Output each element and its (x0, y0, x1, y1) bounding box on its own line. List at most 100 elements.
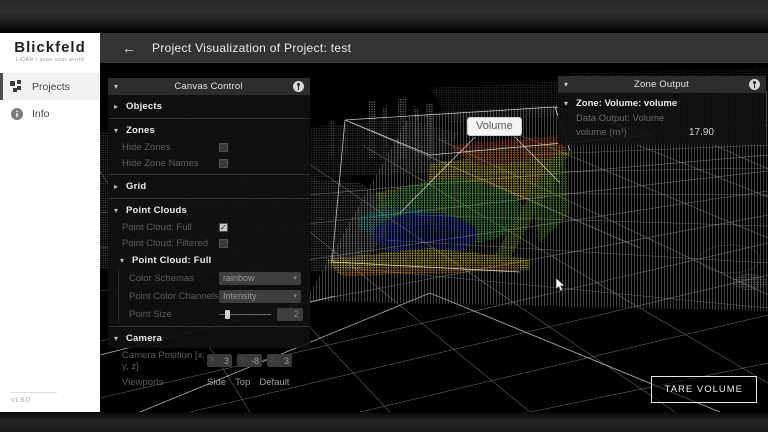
caret-down-icon: ▾ (120, 256, 128, 265)
pc-full-label: Point Cloud: Full (122, 222, 219, 233)
chevron-down-icon: ▾ (293, 292, 297, 300)
color-schemas-value: rainbow (223, 273, 293, 283)
sidebar-item-info[interactable]: Info (0, 100, 100, 127)
axis-label: Z (270, 357, 284, 364)
pin-icon[interactable] (749, 79, 760, 90)
pc-full-sub-label: Point Cloud: Full (132, 255, 211, 266)
camera-z-value: 3 (284, 356, 289, 366)
zone-volume-badge: Volume (467, 117, 522, 136)
pc-filtered-checkbox[interactable] (219, 239, 228, 248)
divider (108, 118, 310, 119)
logo-text: Blickfeld (0, 39, 100, 56)
viewport-side-button[interactable]: Side (207, 377, 226, 388)
viewports-label: Viewports (122, 377, 207, 388)
hide-zone-names-checkbox[interactable] (219, 159, 228, 168)
pc-full-settings: Color Schemas rainbow ▾ Point Color Chan… (118, 269, 310, 323)
hide-zones-label: Hide Zones (122, 142, 219, 153)
zone-output-header[interactable]: ▾ Zone Output (558, 76, 766, 93)
section-pc-full-settings[interactable]: ▾ Point Cloud: Full (108, 251, 310, 269)
viewport-3d[interactable]: Volume ▾ Canvas Control ▸ Objects (100, 63, 768, 412)
collapse-caret-icon[interactable]: ▾ (564, 80, 574, 89)
color-schemas-row: Color Schemas rainbow ▾ (119, 269, 310, 287)
color-schemas-label: Color Schemas (129, 273, 219, 284)
window-bottom-chrome (0, 412, 768, 432)
point-size-label: Point Size (129, 309, 219, 320)
main-area: ← Project Visualization of Project: test (100, 33, 768, 412)
sidebar-nav: Projects Info (0, 73, 100, 127)
caret-right-icon: ▸ (114, 182, 122, 191)
blickfeld-logo: Blickfeld LiDAR / scan your world (0, 33, 100, 63)
point-clouds-label: Point Clouds (126, 205, 187, 216)
zone-name: Zone: Volume: volume (576, 98, 677, 109)
grid-label: Grid (126, 181, 146, 192)
caret-right-icon: ▸ (114, 102, 122, 111)
volume-label: volume (m³) (576, 127, 689, 138)
camera-z-input[interactable]: Z 3 (267, 354, 292, 367)
camera-position-label: Camera Position [x, y, z] (122, 350, 207, 372)
section-zones[interactable]: ▾ Zones (108, 121, 310, 139)
camera-y-input[interactable]: Y -8 (237, 354, 262, 367)
page-header: ← Project Visualization of Project: test (100, 33, 768, 63)
pc-full-checkbox[interactable]: ✓ (219, 223, 228, 232)
app-window: Blickfeld LiDAR / scan your world Projec… (0, 33, 768, 412)
page-title: Project Visualization of Project: test (152, 41, 351, 55)
volume-value: 17.90 (689, 127, 714, 138)
panel-title: Canvas Control (128, 81, 289, 92)
viewports-row: Viewports Side Top Default (108, 374, 310, 390)
data-output-label: Data Output: Volume (558, 111, 766, 125)
zones-label: Zones (126, 125, 155, 136)
camera-position-row: Camera Position [x, y, z] X 3 Y -8 (108, 347, 310, 374)
chevron-down-icon: ▾ (293, 274, 297, 282)
pc-full-row: Point Cloud: Full ✓ (108, 219, 310, 235)
app-frame: Blickfeld LiDAR / scan your world Projec… (0, 0, 768, 432)
point-size-row: Point Size 2 (119, 305, 310, 323)
camera-y-value: -8 (251, 356, 259, 366)
caret-down-icon: ▾ (114, 126, 122, 135)
section-objects[interactable]: ▸ Objects (108, 97, 310, 115)
slider-handle[interactable] (225, 310, 230, 319)
projects-icon (10, 80, 23, 93)
divider (108, 174, 310, 175)
panel-title: Zone Output (578, 79, 745, 90)
hide-zones-checkbox[interactable] (219, 143, 228, 152)
canvas-control-body: ▸ Objects ▾ Zones Hide Zones (108, 95, 310, 394)
tare-volume-button[interactable]: TARE VOLUME (651, 376, 757, 403)
viewport-top-button[interactable]: Top (235, 377, 250, 388)
divider (108, 198, 310, 199)
camera-x-value: 3 (224, 356, 229, 366)
zone-output-panel: ▾ Zone Output ▾ Zone: Volume: volume Dat… (558, 76, 766, 145)
point-size-value[interactable]: 2 (277, 308, 303, 321)
pin-icon[interactable] (293, 81, 304, 92)
color-channels-value: Intensity (223, 291, 293, 301)
section-camera[interactable]: ▾ Camera (108, 329, 310, 347)
volume-row: volume (m³) 17.90 (558, 125, 766, 139)
viewport-default-button[interactable]: Default (259, 377, 289, 388)
hide-zone-names-row: Hide Zone Names (108, 155, 310, 171)
sidebar-item-label: Projects (32, 81, 70, 93)
caret-down-icon: ▾ (564, 99, 572, 108)
sidebar-item-projects[interactable]: Projects (0, 73, 100, 100)
pc-filtered-label: Point Cloud: Filtered (122, 238, 219, 249)
window-top-chrome (0, 0, 768, 33)
pc-filtered-row: Point Cloud: Filtered (108, 235, 310, 251)
info-icon (10, 107, 23, 120)
canvas-control-panel: ▾ Canvas Control ▸ Objects ▾ Zones (108, 78, 310, 348)
canvas-control-header[interactable]: ▾ Canvas Control (108, 78, 310, 95)
axis-label: Y (240, 357, 251, 364)
hide-zone-names-label: Hide Zone Names (122, 158, 219, 169)
color-channels-label: Point Color Channels (129, 291, 219, 302)
back-arrow-icon[interactable]: ← (122, 40, 136, 56)
section-point-clouds[interactable]: ▾ Point Clouds (108, 201, 310, 219)
sidebar: Blickfeld LiDAR / scan your world Projec… (0, 33, 100, 412)
divider (108, 326, 310, 327)
zone-volume-section[interactable]: ▾ Zone: Volume: volume (558, 93, 766, 111)
sidebar-item-label: Info (32, 108, 50, 120)
camera-label: Camera (126, 333, 162, 344)
point-size-slider[interactable] (219, 310, 271, 319)
color-channels-select[interactable]: Intensity ▾ (219, 290, 301, 303)
section-grid[interactable]: ▸ Grid (108, 177, 310, 195)
camera-x-input[interactable]: X 3 (207, 354, 232, 367)
collapse-caret-icon[interactable]: ▾ (114, 82, 124, 91)
objects-label: Objects (126, 101, 162, 112)
color-schemas-select[interactable]: rainbow ▾ (219, 272, 301, 285)
